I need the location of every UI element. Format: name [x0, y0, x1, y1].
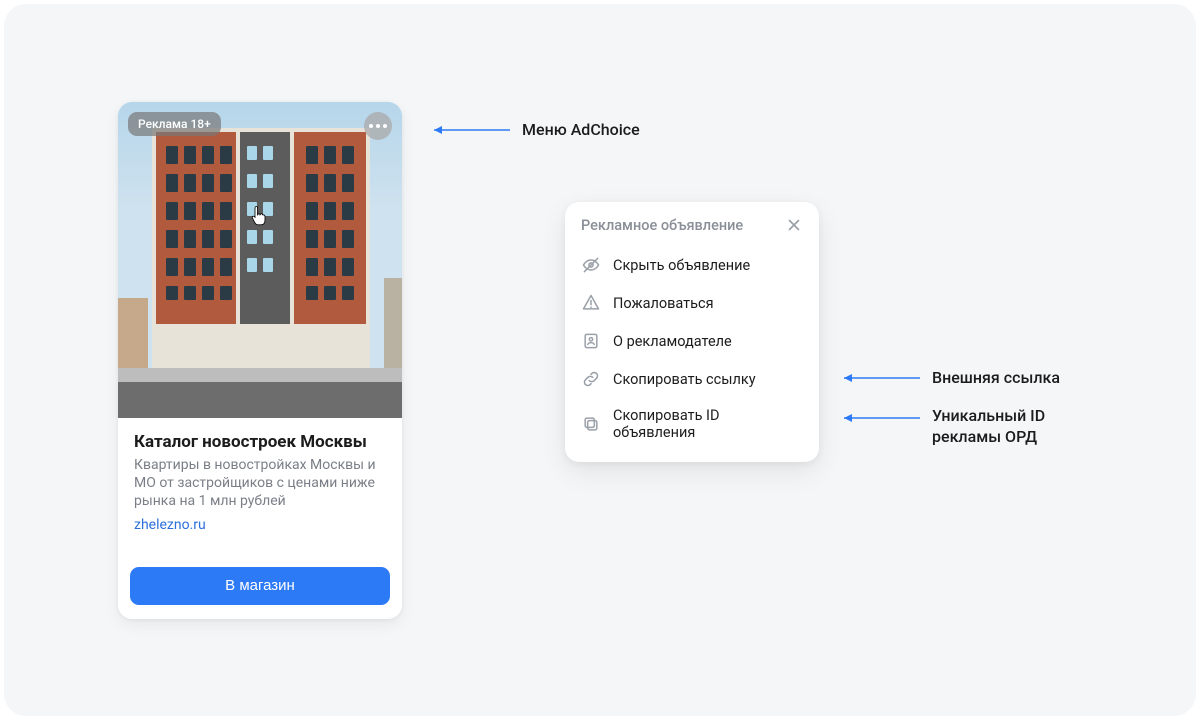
ad-title: Каталог новостроек Москвы [134, 432, 386, 453]
annotation-unique-id: Уникальный ID рекламы ОРД [832, 406, 1045, 448]
warning-icon [581, 293, 601, 313]
canvas: Реклама 18+ Каталог новостроек Москвы Кв… [4, 4, 1196, 716]
arrow-icon [832, 370, 922, 386]
ad-description: Квартиры в новостройках Москвы и МО от з… [134, 457, 386, 511]
menu-item-copy-link[interactable]: Скопировать ссылку [565, 360, 819, 398]
menu-title: Рекламное объявление [581, 217, 743, 234]
id-card-icon [581, 331, 601, 351]
menu-item-label: Скопировать ссылку [613, 371, 756, 388]
adchoice-menu: Рекламное объявление Скрыть объявление П… [565, 202, 819, 462]
menu-item-label: О рекламодателе [613, 333, 732, 350]
copy-icon [581, 414, 601, 434]
annotation-external-link: Внешняя ссылка [832, 368, 1060, 387]
menu-item-advertiser[interactable]: О рекламодателе [565, 322, 819, 360]
annotation-label: Внешняя ссылка [932, 368, 1060, 387]
annotation-adchoice: Меню AdChoice [422, 120, 640, 139]
arrow-icon [832, 410, 922, 426]
menu-item-copy-id[interactable]: Скопировать ID объявления [565, 398, 819, 450]
menu-item-hide[interactable]: Скрыть объявление [565, 246, 819, 284]
arrow-icon [422, 122, 512, 138]
menu-item-label: Скрыть объявление [613, 257, 750, 274]
ad-body: Каталог новостроек Москвы Квартиры в нов… [118, 418, 402, 547]
building-illustration [152, 128, 370, 368]
menu-item-label: Пожаловаться [613, 295, 714, 312]
menu-item-report[interactable]: Пожаловаться [565, 284, 819, 322]
ad-card[interactable]: Реклама 18+ Каталог новостроек Москвы Кв… [118, 102, 402, 619]
cursor-icon [250, 204, 270, 228]
link-icon [581, 369, 601, 389]
ad-badge: Реклама 18+ [128, 112, 221, 136]
menu-items: Скрыть объявление Пожаловаться О рекламо… [565, 244, 819, 450]
ad-domain-link[interactable]: zhelezno.ru [134, 517, 386, 533]
menu-item-label: Скопировать ID объявления [613, 407, 803, 441]
annotation-label: Меню AdChoice [522, 120, 640, 139]
ad-image: Реклама 18+ [118, 102, 402, 418]
annotation-label: Уникальный ID рекламы ОРД [932, 406, 1045, 448]
eye-off-icon [581, 255, 601, 275]
ad-more-button[interactable] [364, 112, 392, 140]
ad-cta-button[interactable]: В магазин [130, 567, 390, 605]
close-icon[interactable] [785, 216, 803, 234]
